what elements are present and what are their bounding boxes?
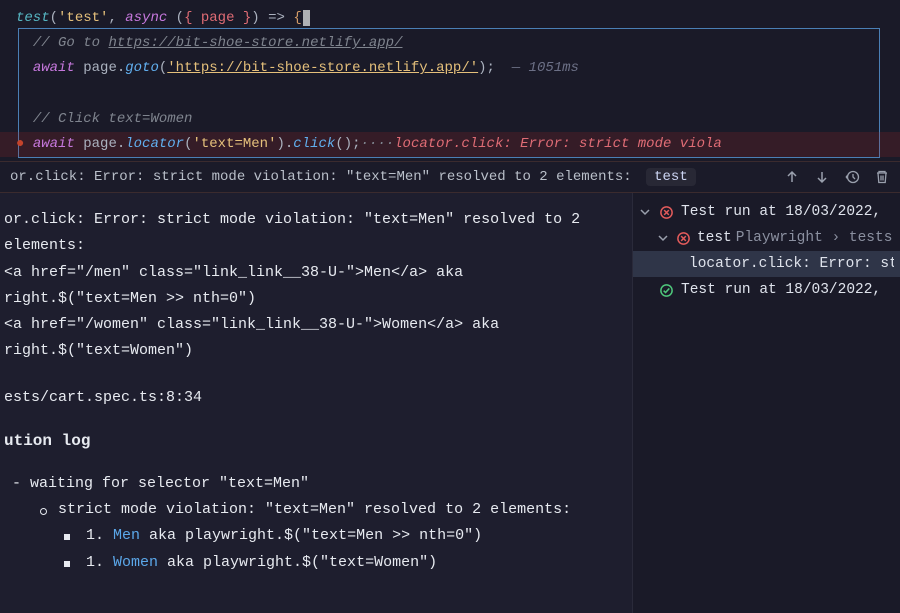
code-line[interactable] (0, 82, 900, 107)
log-item: 1. Men aka playwright.$("text=Men >> nth… (64, 523, 628, 549)
code-line[interactable]: await page.goto('https://bit-shoe-store.… (0, 56, 900, 81)
cursor (303, 10, 310, 26)
error-detail-line: <a href="/women" class="link_link__38-U-… (4, 312, 628, 338)
error-summary-bar: or.click: Error: strict mode violation: … (0, 161, 900, 193)
error-detail-line: right.$("text=Men >> nth=0") (4, 286, 628, 312)
code-line[interactable]: // Go to https://bit-shoe-store.netlify.… (0, 31, 900, 56)
code-line[interactable]: test('test', async ({ page }) => { (0, 6, 900, 31)
error-test-pill[interactable]: test (646, 168, 696, 186)
chevron-down-icon[interactable] (657, 232, 670, 244)
matched-element-link[interactable]: Men (113, 527, 140, 544)
error-status-icon (659, 205, 675, 220)
next-error-icon[interactable] (814, 169, 830, 185)
delete-icon[interactable] (874, 169, 890, 185)
code-line[interactable]: // Click text=Women (0, 107, 900, 132)
log-item: 1. Women aka playwright.$("text=Women") (64, 550, 628, 576)
error-detail-line: <a href="/men" class="link_link__38-U-">… (4, 260, 628, 286)
success-status-icon (659, 283, 675, 298)
tree-item-run[interactable]: Test run at 18/03/2022, (633, 199, 900, 225)
error-detail-line: or.click: Error: strict mode violation: … (4, 207, 628, 260)
test-run-tree[interactable]: Test run at 18/03/2022, testPlaywright ›… (632, 193, 900, 613)
matched-element-link[interactable]: Women (113, 554, 158, 571)
code-editor[interactable]: test('test', async ({ page }) => { // Go… (0, 0, 900, 161)
error-status-icon (676, 231, 691, 246)
log-item: waiting for selector "text=Men" (12, 471, 628, 497)
log-item: strict mode violation: "text=Men" resolv… (40, 497, 628, 523)
chevron-down-icon[interactable] (639, 206, 653, 218)
error-location: ests/cart.spec.ts:8:34 (4, 385, 628, 411)
tree-item-test[interactable]: testPlaywright › tests › (633, 225, 900, 251)
error-details-panel[interactable]: or.click: Error: strict mode violation: … (0, 193, 632, 613)
execution-log-heading: ution log (4, 427, 628, 455)
error-detail-line: right.$("text=Women") (4, 338, 628, 364)
tree-item-error[interactable]: locator.click: Error: stric (633, 251, 900, 277)
history-icon[interactable] (844, 169, 860, 185)
code-line-error[interactable]: ● await page.locator('text=Men').click()… (0, 132, 900, 157)
prev-error-icon[interactable] (784, 169, 800, 185)
error-summary-text: or.click: Error: strict mode violation: … (10, 169, 632, 185)
tree-item-run[interactable]: Test run at 18/03/2022, (633, 277, 900, 303)
